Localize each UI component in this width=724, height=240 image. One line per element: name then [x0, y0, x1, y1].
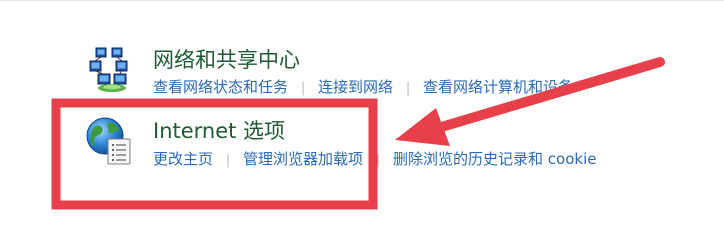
- view-network-status-link[interactable]: 查看网络状态和任务: [153, 78, 288, 96]
- link-separator: |: [375, 153, 381, 168]
- network-links: 查看网络状态和任务 | 连接到网络 | 查看网络计算机和设备: [153, 76, 573, 97]
- change-homepage-link[interactable]: 更改主页: [153, 150, 213, 168]
- delete-browsing-history-link[interactable]: 删除浏览的历史记录和 cookie: [393, 150, 596, 168]
- link-separator: |: [225, 153, 231, 168]
- internet-options-title[interactable]: Internet 选项: [153, 115, 285, 145]
- network-sharing-center-title[interactable]: 网络和共享中心: [153, 44, 300, 74]
- manage-browser-addons-link[interactable]: 管理浏览器加载项: [243, 150, 363, 168]
- link-separator: |: [300, 81, 306, 96]
- internet-options-links: 更改主页 | 管理浏览器加载项 | 删除浏览的历史记录和 cookie: [153, 148, 597, 169]
- link-separator: |: [405, 81, 411, 96]
- globe-document-icon[interactable]: [84, 116, 134, 166]
- view-network-computers-link[interactable]: 查看网络计算机和设备: [423, 78, 573, 96]
- top-divider: [0, 0, 724, 1]
- annotation-arrow: [395, 57, 665, 146]
- control-panel-page: 网络和共享中心 查看网络状态和任务 | 连接到网络 | 查看网络计算机和设备 Inter…: [0, 0, 724, 240]
- network-computers-icon[interactable]: [86, 46, 134, 94]
- connect-to-network-link[interactable]: 连接到网络: [318, 78, 393, 96]
